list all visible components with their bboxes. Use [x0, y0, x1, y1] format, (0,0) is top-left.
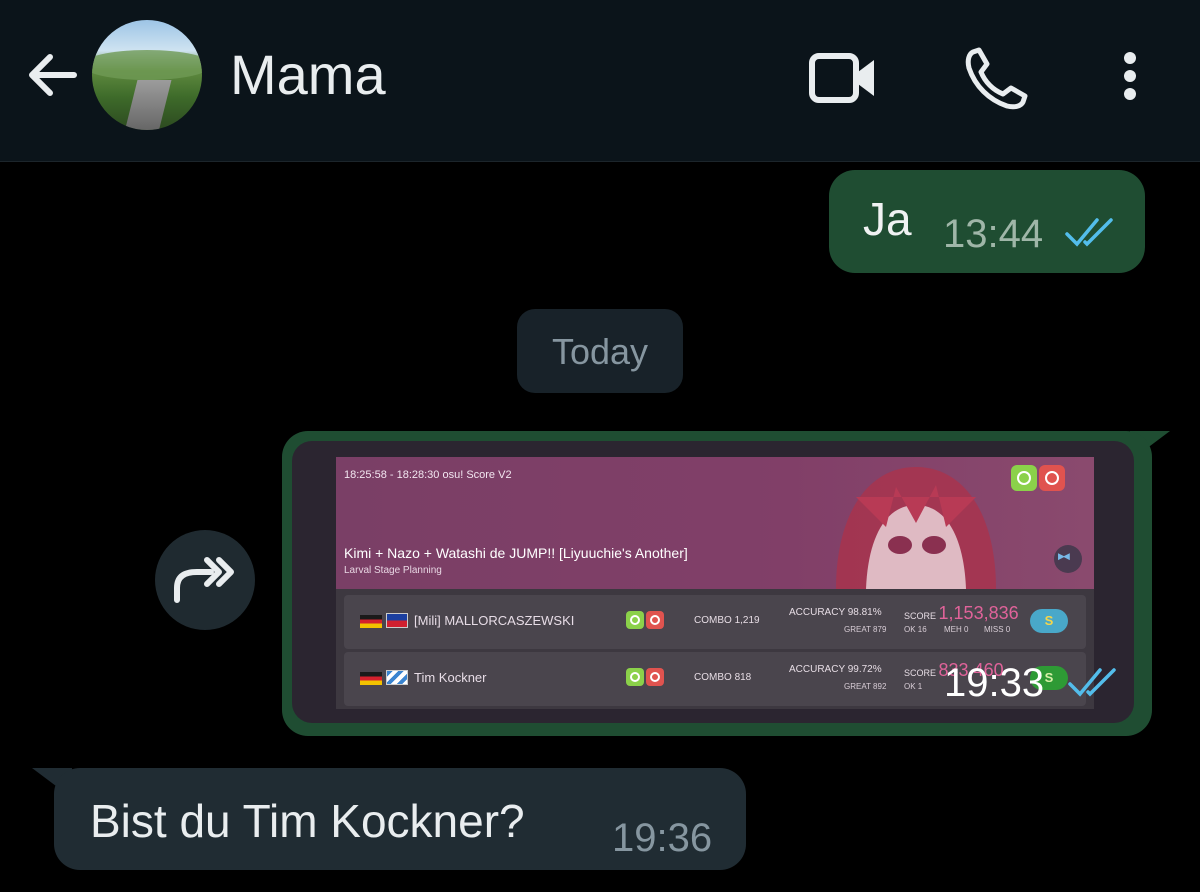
contact-name[interactable]: Mama — [230, 40, 386, 110]
player-name: Tim Kockner — [414, 670, 487, 685]
forward-button[interactable] — [155, 530, 255, 630]
date-label: Today — [551, 331, 649, 372]
double-check-icon — [1065, 218, 1113, 247]
mod-icon — [1039, 465, 1065, 491]
double-check-icon — [1068, 668, 1116, 697]
chat-header: Mama — [0, 0, 1200, 162]
more-vertical-icon — [1124, 52, 1136, 100]
message-outgoing[interactable]: Ja 13:44 — [829, 170, 1145, 273]
voice-call-button[interactable] — [955, 40, 1035, 120]
mod-icon — [646, 611, 664, 629]
video-camera-icon — [809, 53, 874, 103]
score: SCORE 1,153,836 — [904, 603, 1019, 623]
message-time: 13:44 — [943, 212, 1044, 256]
ok-count: OK 16 — [904, 625, 927, 634]
forward-icon — [174, 557, 234, 603]
player-mods — [626, 668, 666, 691]
date-separator: Today — [517, 309, 683, 393]
card-banner: 18:25:58 - 18:28:30 osu! Score V2 Kimi +… — [336, 457, 1094, 589]
player-name: [Mili] MALLORCASZEWSKI — [414, 613, 575, 628]
mod-icon — [626, 611, 644, 629]
accuracy: ACCURACY 99.72% — [789, 664, 882, 675]
player-row: [Mili] MALLORCASZEWSKI COMBO 1,219 ACCUR… — [344, 595, 1086, 649]
mod-icon — [646, 668, 664, 686]
germany-flag-icon — [360, 615, 382, 628]
mod-icon — [626, 668, 644, 686]
message-incoming[interactable]: Bist du Tim Kockner? 19:36 — [54, 768, 746, 870]
beatmap-title: Kimi + Nazo + Watashi de JUMP!! [Liyuuch… — [344, 545, 688, 561]
meh-count: MEH 0 — [944, 625, 969, 634]
back-button[interactable] — [22, 44, 84, 106]
bavaria-flag-icon — [386, 670, 408, 685]
great-count: GREAT 892 — [844, 682, 887, 691]
message-text: Bist du Tim Kockner? — [90, 795, 525, 847]
combo: COMBO 1,219 — [694, 615, 760, 626]
rank-badge: S — [1030, 609, 1068, 633]
video-call-button[interactable] — [804, 40, 884, 120]
miss-count: MISS 0 — [984, 625, 1011, 634]
accuracy: ACCURACY 98.81% — [789, 607, 882, 618]
germany-flag-icon — [360, 672, 382, 685]
avatar[interactable] — [92, 20, 202, 130]
great-count: GREAT 879 — [844, 625, 887, 634]
phone-icon — [965, 47, 1028, 110]
message-time: 19:36 — [612, 816, 713, 860]
ok-count: OK 1 — [904, 682, 923, 691]
more-options-button[interactable] — [1090, 40, 1170, 120]
combo: COMBO 818 — [694, 672, 752, 683]
map-icon — [1054, 545, 1082, 573]
region-flag-icon — [386, 613, 408, 628]
arrow-left-icon — [29, 54, 77, 96]
anime-character-image — [836, 467, 996, 589]
player-mods — [626, 611, 666, 634]
mod-icon — [1011, 465, 1037, 491]
beatmap-subtitle: Larval Stage Planning — [344, 565, 442, 576]
message-time: 19:33 — [944, 661, 1045, 705]
mods-top — [1011, 465, 1067, 496]
message-text: Ja — [863, 193, 912, 245]
match-time: 18:25:58 - 18:28:30 osu! Score V2 — [344, 469, 512, 481]
